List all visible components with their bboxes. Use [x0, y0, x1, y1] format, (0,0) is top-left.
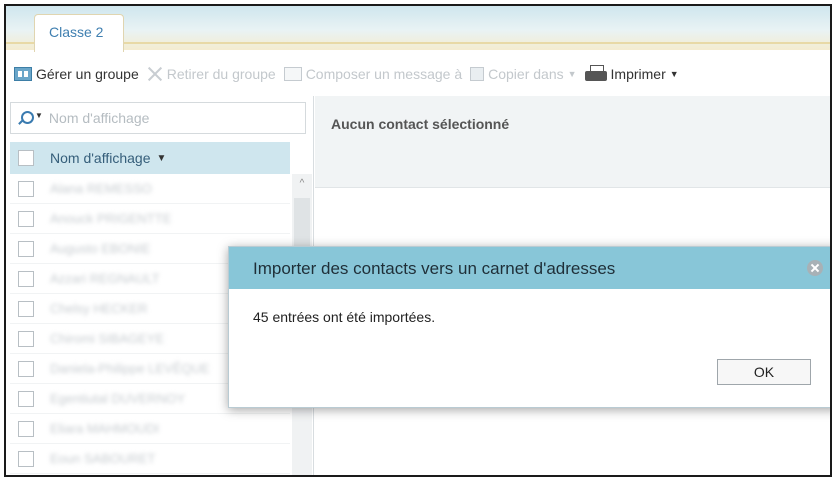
toolbar: Gérer un groupe Retirer du groupe Compos…: [6, 52, 830, 96]
compose-message-label: Composer un message à: [305, 66, 463, 82]
dialog-title: Importer des contacts vers un carnet d'a…: [253, 259, 616, 278]
copy-to-button[interactable]: Copier dans ▼: [470, 66, 577, 82]
detail-header: Aucun contact sélectionné: [315, 96, 830, 188]
copy-to-label: Copier dans: [488, 66, 564, 82]
tab-label: Classe 2: [49, 24, 104, 40]
row-checkbox[interactable]: [18, 390, 34, 407]
tab-classe-2[interactable]: Classe 2: [34, 14, 124, 52]
print-button[interactable]: Imprimer ▼: [584, 65, 679, 83]
remove-from-group-button[interactable]: Retirer du groupe: [147, 66, 276, 82]
column-header: Nom d'affichage ▼: [10, 142, 290, 174]
ok-button[interactable]: OK: [717, 359, 811, 385]
row-checkbox[interactable]: [18, 240, 34, 257]
row-checkbox[interactable]: [18, 420, 34, 437]
dialog-message: 45 entrées ont été importées.: [253, 309, 436, 325]
search-placeholder: Nom d'affichage: [48, 110, 150, 126]
select-all-checkbox[interactable]: [18, 150, 34, 166]
printer-icon: [584, 65, 607, 83]
contact-name: Chiromi SIBAGEYE: [50, 331, 165, 346]
copy-icon: [470, 67, 485, 81]
search-options-chevron-icon[interactable]: ▼: [35, 111, 43, 120]
remove-from-group-label: Retirer du groupe: [166, 66, 276, 82]
chevron-down-icon: ▼: [567, 69, 577, 79]
list-item[interactable]: Eliara MAHMOUDI: [10, 414, 290, 444]
contact-name: Daniela-Philippe LEVÊQUE: [50, 361, 210, 376]
list-item[interactable]: Anouck PRIGENTTE: [10, 204, 290, 234]
chevron-up-icon[interactable]: ^: [296, 178, 308, 190]
import-result-dialog: Importer des contacts vers un carnet d'a…: [228, 246, 830, 408]
print-label: Imprimer: [610, 66, 666, 82]
row-checkbox[interactable]: [18, 210, 34, 227]
list-item[interactable]: Eoun SABOURET: [10, 444, 290, 474]
contact-name: Chelsy HECKER: [50, 301, 148, 316]
search-icon[interactable]: [17, 110, 34, 126]
contact-name: Egentiutal DUVERNOY: [50, 391, 186, 406]
search-input[interactable]: ▼ Nom d'affichage: [10, 102, 306, 134]
sort-desc-icon[interactable]: ▼: [156, 153, 166, 164]
group-icon: [14, 67, 32, 81]
contact-name: Eliara MAHMOUDI: [50, 421, 160, 436]
dialog-title-bar: Importer des contacts vers un carnet d'a…: [229, 247, 830, 289]
contact-name: Azzari REGNAULT: [50, 271, 160, 286]
app-window: Classe 2 Gérer un groupe Retirer du grou…: [4, 4, 832, 477]
contact-name: Augusto EBONIE: [50, 241, 151, 256]
row-checkbox[interactable]: [18, 300, 34, 317]
row-checkbox[interactable]: [18, 180, 34, 197]
contact-name: Alana REMESSO: [50, 181, 152, 196]
message-icon: [283, 67, 302, 81]
no-contact-selected-text: Aucun contact sélectionné: [331, 116, 510, 132]
row-checkbox[interactable]: [18, 450, 34, 467]
row-checkbox[interactable]: [18, 330, 34, 347]
tab-strip-rule: [6, 42, 830, 44]
chevron-down-icon: ▼: [669, 69, 679, 79]
row-checkbox[interactable]: [18, 360, 34, 377]
manage-group-button[interactable]: Gérer un groupe: [14, 66, 139, 82]
contact-name: Eoun SABOURET: [50, 451, 156, 466]
list-item[interactable]: Alana REMESSO: [10, 174, 290, 204]
manage-group-label: Gérer un groupe: [36, 66, 139, 82]
tab-strip: Classe 2: [6, 6, 830, 52]
row-checkbox[interactable]: [18, 270, 34, 287]
column-header-label[interactable]: Nom d'affichage: [50, 150, 150, 166]
contact-name: Anouck PRIGENTTE: [50, 211, 172, 226]
close-icon[interactable]: [807, 260, 823, 276]
compose-message-button[interactable]: Composer un message à: [283, 66, 463, 82]
remove-icon: [147, 66, 163, 82]
